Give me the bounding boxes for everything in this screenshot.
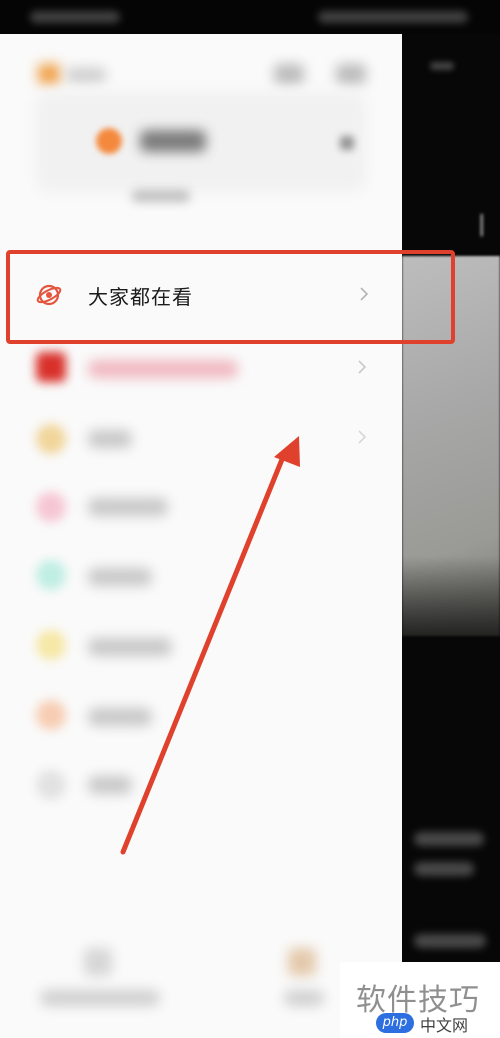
app-logo-icon	[38, 64, 60, 84]
nav-icon-right[interactable]	[288, 948, 316, 976]
clock-icon	[36, 424, 66, 454]
video-caption-blurred	[414, 862, 474, 876]
help-icon	[36, 770, 66, 800]
download-icon	[36, 560, 66, 590]
wallet-icon	[36, 700, 66, 730]
menu-item-label-blurred	[88, 638, 172, 656]
watermark-php-badge: php	[376, 1013, 414, 1033]
watermark-site: 中文网	[420, 1016, 469, 1035]
menu-item-label-blurred	[88, 360, 238, 378]
star-icon	[36, 630, 66, 660]
avatar[interactable]	[96, 128, 122, 154]
menu-item-label-blurred	[88, 776, 132, 794]
app-name-blurred	[66, 68, 106, 82]
video-caption-blurred	[414, 934, 486, 948]
menu-item-label-blurred	[88, 568, 152, 586]
heart-icon	[36, 492, 66, 522]
video-caption-blurred	[414, 832, 484, 846]
username-blurred	[140, 130, 206, 152]
scan-icon[interactable]	[274, 64, 304, 84]
annotation-highlight-box	[6, 250, 455, 344]
background-video-page: |	[402, 34, 500, 1038]
gift-icon	[36, 352, 66, 382]
nav-label-left-blurred	[40, 990, 160, 1006]
menu-item-label-blurred	[88, 430, 132, 448]
more-icon	[430, 62, 454, 70]
status-time-blurred	[30, 11, 120, 23]
video-title-fragment: |	[478, 212, 486, 237]
chevron-right-icon	[358, 430, 367, 444]
status-bar	[0, 0, 500, 34]
menu-item-label-blurred	[88, 498, 168, 516]
nav-label-right-blurred	[284, 990, 324, 1006]
status-icons-blurred	[318, 11, 468, 23]
profile-chevron-icon	[340, 136, 354, 150]
settings-icon[interactable]	[336, 64, 366, 84]
chevron-right-icon	[358, 360, 367, 374]
nav-icon-left[interactable]	[84, 948, 112, 976]
menu-item-label-blurred	[88, 708, 152, 726]
profile-subtitle-blurred	[132, 190, 190, 202]
